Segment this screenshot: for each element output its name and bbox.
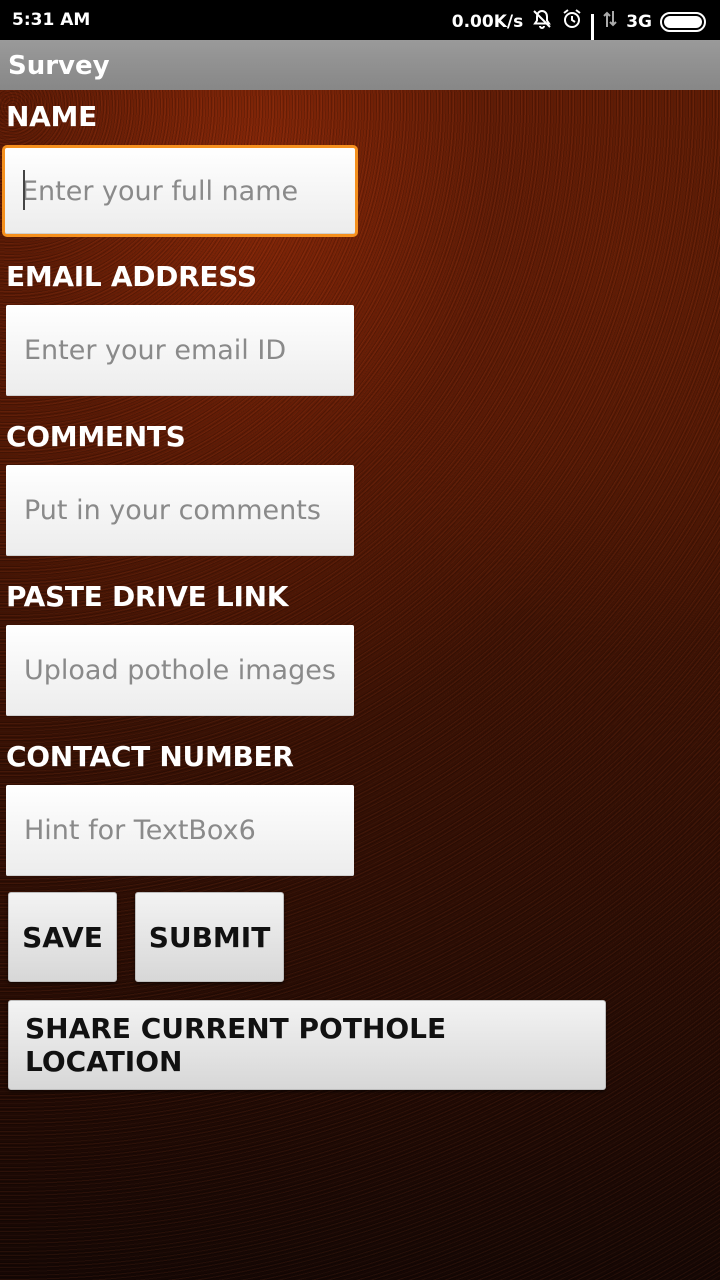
no-data-icon [602, 9, 618, 34]
network-type: 3G [626, 11, 652, 32]
text-cursor [23, 170, 25, 210]
email-label: EMAIL ADDRESS [6, 260, 257, 293]
net-speed: 0.00K/s [451, 11, 524, 32]
drive-link-field-container [6, 625, 354, 716]
contact-number-field-container [6, 785, 354, 876]
status-time: 5:31 AM [12, 10, 91, 30]
email-input[interactable] [24, 305, 354, 396]
drive-link-label: PASTE DRIVE LINK [6, 580, 289, 613]
comments-label: COMMENTS [6, 420, 186, 453]
comments-field-container [6, 465, 354, 556]
status-icons: 0.00K/s 3G [451, 8, 706, 64]
comments-input[interactable] [24, 465, 354, 556]
name-field-container [2, 145, 358, 237]
signal-icon [591, 13, 595, 64]
share-location-button[interactable]: SHARE CURRENT POTHOLE LOCATION [8, 1000, 606, 1090]
battery-icon [660, 11, 706, 32]
drive-link-input[interactable] [24, 625, 354, 716]
save-button[interactable]: SAVE [8, 892, 117, 982]
app-bar: Survey [0, 40, 720, 90]
page-title: Survey [8, 51, 110, 81]
submit-button[interactable]: SUBMIT [135, 892, 284, 982]
email-field-container [6, 305, 354, 396]
name-label: NAME [6, 100, 97, 133]
contact-number-label: CONTACT NUMBER [6, 740, 294, 773]
status-bar: 5:31 AM 0.00K/s 3G [0, 0, 720, 64]
contact-number-input[interactable] [24, 785, 354, 876]
alarm-icon [561, 8, 583, 35]
mute-bell-icon [531, 8, 553, 35]
name-input[interactable] [21, 148, 355, 234]
